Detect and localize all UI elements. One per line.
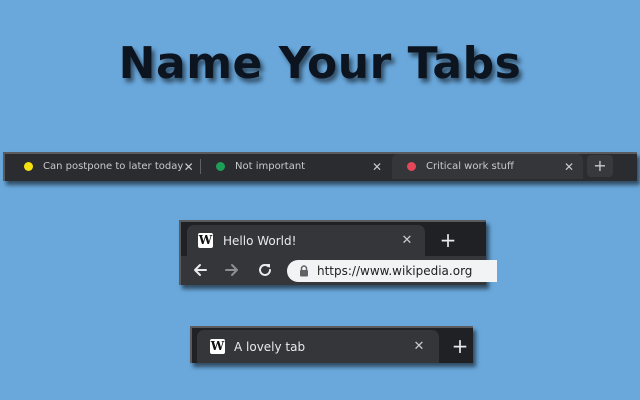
browser-toolbar: https://www.wikipedia.org	[181, 256, 497, 285]
url-text: https://www.wikipedia.org	[317, 264, 473, 278]
new-tab-button[interactable]: +	[447, 332, 473, 360]
tab-critical-work[interactable]: Critical work stuff ✕	[392, 154, 583, 179]
colored-tab-strip: Can postpone to later today ✕ Not import…	[3, 152, 637, 181]
page-headline: Name Your Tabs	[118, 38, 522, 89]
tab-not-important[interactable]: Not important ✕	[201, 154, 391, 179]
browser-tab-row: W Hello World! ✕ +	[181, 222, 486, 256]
wikipedia-icon: W	[198, 233, 213, 248]
reload-icon[interactable]	[256, 261, 274, 279]
new-tab-button[interactable]: +	[435, 227, 461, 253]
tab-title: A lovely tab	[234, 339, 306, 354]
new-tab-button[interactable]: +	[587, 155, 613, 177]
browser-window: W Hello World! ✕ + https://www.wikipedia…	[179, 220, 497, 285]
yellow-dot-icon	[24, 162, 33, 171]
green-dot-icon	[216, 162, 225, 171]
tab-title: Critical work stuff	[426, 161, 514, 172]
close-icon[interactable]: ✕	[368, 160, 386, 174]
single-tab-strip: W A lovely tab ✕ +	[190, 326, 473, 363]
tab-title: Hello World!	[223, 233, 297, 248]
close-icon[interactable]: ✕	[183, 160, 194, 174]
address-bar[interactable]: https://www.wikipedia.org	[287, 260, 497, 282]
forward-arrow-icon[interactable]	[223, 261, 241, 279]
close-icon[interactable]: ✕	[409, 339, 429, 354]
wikipedia-icon: W	[210, 339, 225, 354]
lock-icon	[300, 265, 308, 277]
tab-title: Not important	[235, 161, 306, 172]
red-dot-icon	[407, 162, 416, 171]
tab-a-lovely-tab[interactable]: W A lovely tab ✕	[197, 330, 439, 363]
tab-can-postpone[interactable]: Can postpone to later today ✕	[9, 154, 199, 179]
tab-hello-world[interactable]: W Hello World! ✕	[187, 225, 425, 256]
tab-title: Can postpone to later today	[43, 161, 184, 172]
close-icon[interactable]: ✕	[560, 160, 578, 174]
close-icon[interactable]: ✕	[397, 233, 417, 248]
back-arrow-icon[interactable]	[191, 261, 209, 279]
